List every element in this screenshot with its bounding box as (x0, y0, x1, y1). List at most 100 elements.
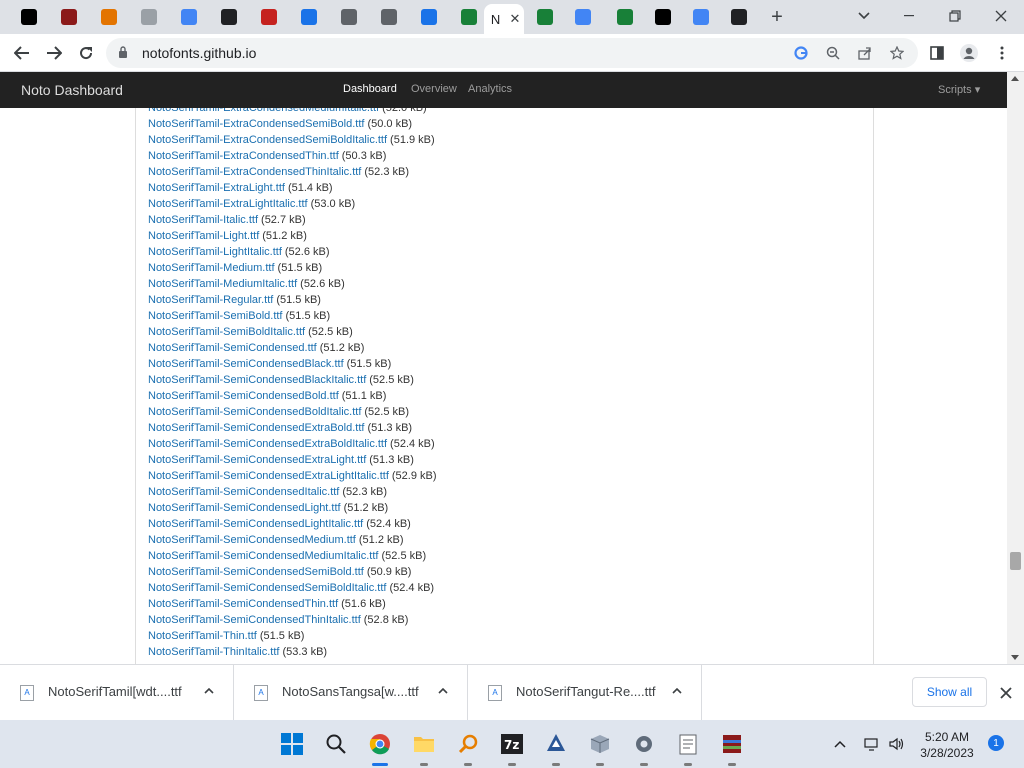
font-file-link[interactable]: NotoSerifTamil-Italic.ttf (148, 214, 258, 226)
minimize-icon[interactable] (887, 4, 931, 28)
font-file-link[interactable]: NotoSerifTamil-Light.ttf (148, 230, 259, 242)
network-icon[interactable] (862, 734, 882, 754)
search-icon[interactable] (322, 730, 350, 758)
browser-tab[interactable] (210, 4, 248, 30)
font-file-link[interactable]: NotoSerifTamil-SemiCondensedBlackItalic.… (148, 374, 366, 386)
browser-tab[interactable] (370, 4, 408, 30)
browser-tab[interactable] (50, 4, 88, 30)
close-downloads-icon[interactable] (996, 683, 1016, 703)
7zip-icon[interactable]: 7z (498, 730, 526, 758)
reload-icon[interactable] (74, 41, 98, 65)
font-file-link[interactable]: NotoSerifTamil-ExtraLight.ttf (148, 182, 285, 194)
font-file-link[interactable]: NotoSerifTamil-SemiCondensedBold.ttf (148, 390, 339, 402)
notification-badge[interactable]: 1 (988, 735, 1004, 751)
browser-tab[interactable] (720, 4, 758, 30)
font-file-link[interactable]: NotoSerifTamil-SemiCondensedThin.ttf (148, 598, 338, 610)
nav-overview[interactable]: Overview (411, 83, 457, 95)
zoom-icon[interactable] (824, 44, 842, 62)
font-file-link[interactable]: NotoSerifTamil-SemiCondensedLightItalic.… (148, 518, 363, 530)
browser-tab[interactable]: N ✕ (484, 4, 524, 34)
system-clock[interactable]: 5:20 AM 3/28/2023 (916, 729, 978, 761)
browser-tab[interactable] (90, 4, 128, 30)
browser-tab[interactable] (130, 4, 168, 30)
download-filename[interactable]: NotoSansTangsa[w....ttf (282, 684, 419, 699)
font-file-link[interactable]: NotoSerifTamil-SemiCondensedThinItalic.t… (148, 614, 361, 626)
font-file-link[interactable]: NotoSerifTamil-Regular.ttf (148, 294, 273, 306)
browser-tab[interactable] (450, 4, 488, 30)
settings-icon[interactable] (630, 730, 658, 758)
browser-tab[interactable] (330, 4, 368, 30)
font-file-link[interactable]: NotoSerifTamil-ThinItalic.ttf (148, 646, 279, 658)
font-file-link[interactable]: NotoSerifTamil-SemiCondensedExtraBold.tt… (148, 422, 364, 434)
notepad-icon[interactable] (674, 730, 702, 758)
font-file-link[interactable]: NotoSerifTamil-SemiCondensed.ttf (148, 342, 317, 354)
profile-avatar-icon[interactable] (958, 42, 980, 64)
chevron-up-tray-icon[interactable] (830, 734, 850, 754)
font-file-link[interactable]: NotoSerifTamil-SemiBold.ttf (148, 310, 283, 322)
new-tab-button[interactable]: + (766, 6, 788, 28)
more-menu-icon[interactable] (991, 42, 1013, 64)
address-bar[interactable]: notofonts.github.io (106, 38, 918, 68)
close-window-icon[interactable] (979, 4, 1023, 28)
scripts-dropdown[interactable]: Scripts ▾ (938, 83, 980, 96)
scroll-up-icon[interactable] (1011, 76, 1019, 81)
side-panel-icon[interactable] (926, 42, 948, 64)
font-file-link[interactable]: NotoSerifTamil-SemiCondensedExtraLightIt… (148, 470, 389, 482)
font-file-link[interactable]: NotoSerifTamil-SemiCondensedExtraBoldIta… (148, 438, 387, 450)
download-filename[interactable]: NotoSerifTamil[wdt....ttf (48, 684, 182, 699)
search-app-icon[interactable] (454, 730, 482, 758)
browser-tab[interactable] (526, 4, 564, 30)
download-item[interactable]: A NotoSansTangsa[w....ttf (234, 665, 468, 721)
chevron-up-icon[interactable] (435, 683, 451, 699)
file-explorer-icon[interactable] (410, 730, 438, 758)
browser-tab[interactable] (170, 4, 208, 30)
font-file-link[interactable]: NotoSerifTamil-ExtraCondensedSemiBold.tt… (148, 118, 364, 130)
chrome-icon[interactable] (366, 730, 394, 758)
download-filename[interactable]: NotoSerifTangut-Re....ttf (516, 684, 655, 699)
font-file-link[interactable]: NotoSerifTamil-Medium.ttf (148, 262, 275, 274)
browser-tab[interactable] (10, 4, 48, 30)
winrar-icon[interactable] (718, 730, 746, 758)
browser-tab[interactable] (410, 4, 448, 30)
chevron-up-icon[interactable] (201, 683, 217, 699)
nav-analytics[interactable]: Analytics (468, 83, 512, 95)
restore-icon[interactable] (933, 4, 977, 28)
font-file-link[interactable]: NotoSerifTamil-SemiCondensedBlack.ttf (148, 358, 344, 370)
font-file-link[interactable]: NotoSerifTamil-LightItalic.ttf (148, 246, 282, 258)
font-file-link[interactable]: NotoSerifTamil-SemiCondensedMediumItalic… (148, 550, 378, 562)
font-file-link[interactable]: NotoSerifTamil-SemiCondensedLight.ttf (148, 502, 341, 514)
forward-icon[interactable] (42, 41, 66, 65)
font-file-link[interactable]: NotoSerifTamil-SemiCondensedBoldItalic.t… (148, 406, 361, 418)
font-file-link[interactable]: NotoSerifTamil-ExtraCondensedThin.ttf (148, 150, 339, 162)
close-tab-icon[interactable]: ✕ (510, 11, 521, 27)
browser-tab[interactable] (644, 4, 682, 30)
browser-tab[interactable] (290, 4, 328, 30)
font-file-link[interactable]: NotoSerifTamil-ExtraCondensedMediumItali… (148, 108, 379, 114)
share-icon[interactable] (856, 44, 874, 62)
scroll-down-icon[interactable] (1011, 655, 1019, 660)
bookmark-star-icon[interactable] (888, 44, 906, 62)
inkscape-icon[interactable] (542, 730, 570, 758)
google-lens-icon[interactable] (792, 44, 810, 62)
font-file-link[interactable]: NotoSerifTamil-SemiCondensedSemiBold.ttf (148, 566, 364, 578)
font-file-link[interactable]: NotoSerifTamil-SemiBoldItalic.ttf (148, 326, 305, 338)
scrollbar-thumb[interactable] (1010, 552, 1021, 570)
font-file-link[interactable]: NotoSerifTamil-SemiCondensedMedium.ttf (148, 534, 356, 546)
back-icon[interactable] (10, 41, 34, 65)
url-text[interactable]: notofonts.github.io (142, 45, 256, 61)
show-all-button[interactable]: Show all (912, 677, 987, 707)
font-file-link[interactable]: NotoSerifTamil-SemiCondensedExtraLight.t… (148, 454, 366, 466)
site-brand[interactable]: Noto Dashboard (21, 82, 123, 98)
font-file-link[interactable]: NotoSerifTamil-ExtraLightItalic.ttf (148, 198, 308, 210)
font-file-link[interactable]: NotoSerifTamil-SemiCondensedItalic.ttf (148, 486, 339, 498)
download-item[interactable]: A NotoSerifTangut-Re....ttf (468, 665, 702, 721)
vertical-scrollbar[interactable] (1007, 72, 1024, 664)
nav-dashboard[interactable]: Dashboard (343, 83, 397, 95)
font-file-link[interactable]: NotoSerifTamil-MediumItalic.ttf (148, 278, 297, 290)
browser-tab[interactable] (682, 4, 720, 30)
font-file-link[interactable]: NotoSerifTamil-ExtraCondensedThinItalic.… (148, 166, 361, 178)
volume-icon[interactable] (887, 734, 907, 754)
browser-tab[interactable] (606, 4, 644, 30)
download-item[interactable]: A NotoSerifTamil[wdt....ttf (0, 665, 234, 721)
chevron-up-icon[interactable] (669, 683, 685, 699)
